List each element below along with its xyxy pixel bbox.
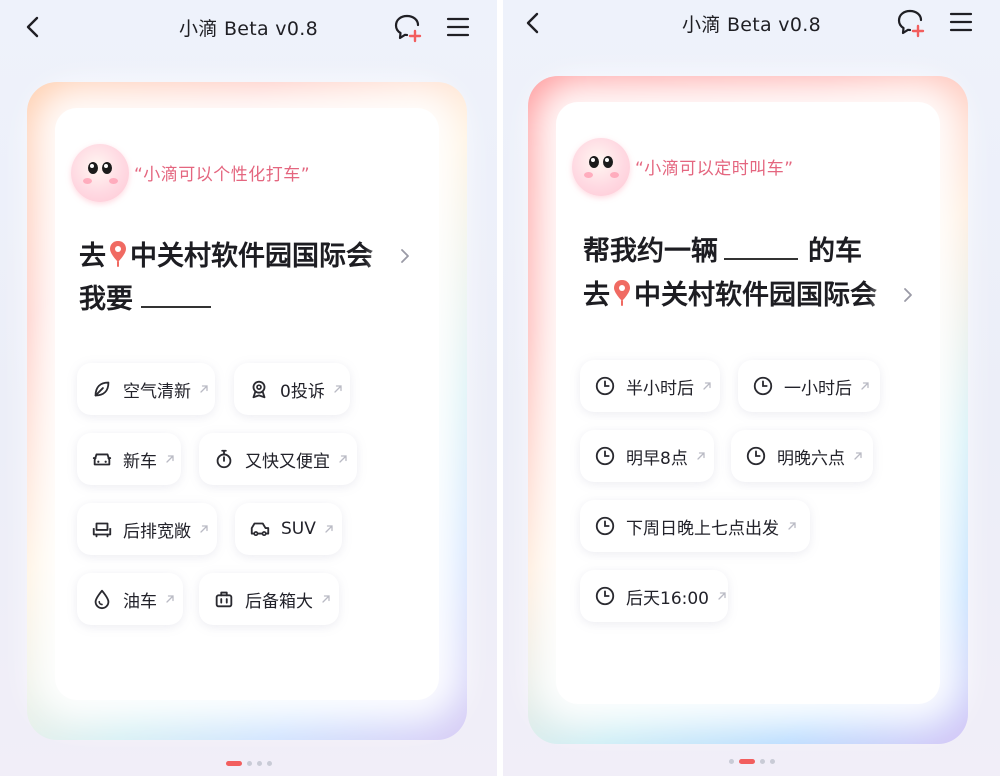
- prompt-prefix: 我要: [79, 284, 133, 315]
- page-dot: [246, 761, 252, 766]
- chip-day-after-tomorrow[interactable]: 后天16:00: [580, 570, 728, 622]
- arrow-up-right-icon: [787, 521, 797, 531]
- destination-text[interactable]: 中关村软件园国际会: [130, 237, 373, 277]
- page-dot: [728, 759, 734, 764]
- clock-icon: [594, 375, 616, 397]
- chip-tomorrow-6pm[interactable]: 明晚六点: [731, 430, 873, 482]
- suv-icon: [250, 522, 270, 537]
- hamburger-menu-icon[interactable]: [947, 8, 975, 36]
- chip-air-fresh[interactable]: 空气清新: [77, 363, 215, 415]
- arrow-up-right-icon: [860, 381, 870, 391]
- arrow-up-right-icon: [696, 451, 706, 461]
- chat-plus-icon[interactable]: [392, 12, 424, 44]
- clock-icon: [752, 375, 774, 397]
- chip-label: 后排宽敞: [123, 521, 191, 542]
- chevron-right-icon[interactable]: [902, 286, 914, 304]
- clock-icon: [594, 515, 616, 537]
- chip-label: 后天16:00: [626, 588, 709, 609]
- chip-tomorrow-8am[interactable]: 明早8点: [580, 430, 714, 482]
- time-blank[interactable]: [724, 236, 798, 260]
- right-screen: 小滴 Beta v0.8 “小滴可以定时叫车” 帮我约一辆 的车 去中关村软件园国…: [503, 0, 1000, 776]
- assistant-card: “小滴可以定时叫车” 帮我约一辆 的车 去中关村软件园国际会 半小时后 一小时后 …: [528, 76, 968, 744]
- arrow-up-right-icon: [165, 594, 175, 604]
- chip-label: 后备箱大: [245, 591, 313, 612]
- prompt-prefix: 去: [583, 280, 610, 311]
- arrow-up-right-icon: [853, 451, 863, 461]
- page-dot-active: [738, 759, 755, 764]
- page-dot: [256, 761, 262, 766]
- bot-hint: “小滴可以个性化打车”: [134, 165, 311, 185]
- chip-large-trunk[interactable]: 后备箱大: [199, 573, 339, 625]
- arrow-up-right-icon: [321, 594, 331, 604]
- app-header: 小滴 Beta v0.8: [503, 0, 1000, 56]
- avatar: [71, 144, 129, 202]
- chip-label: 又快又便宜: [245, 451, 330, 472]
- chip-label: 一小时后: [784, 378, 852, 399]
- chip-label: 空气清新: [123, 381, 191, 402]
- page-indicator: [225, 761, 272, 766]
- assistant-card: “小滴可以个性化打车” 去中关村软件园国际会 我要 空气清新 0投诉 新车 又快…: [27, 82, 467, 740]
- chip-label: 明早8点: [626, 448, 688, 469]
- prompt-line-destination: 去中关村软件园国际会: [79, 237, 373, 277]
- clock-icon: [745, 445, 767, 467]
- chip-label: 下周日晚上七点出发: [626, 518, 779, 539]
- leaf-icon: [94, 381, 110, 397]
- left-screen: 小滴 Beta v0.8 “小滴可以个性化打车” 去中关村软件园国际会 我要 空…: [0, 0, 497, 776]
- prompt-prefix: 帮我约一辆: [583, 236, 718, 267]
- chip-label: 0投诉: [280, 381, 325, 402]
- clock-icon: [594, 445, 616, 467]
- chip-label: 半小时后: [626, 378, 694, 399]
- page-dot: [759, 759, 765, 764]
- prompt-suffix: 的车: [808, 236, 862, 267]
- chat-plus-icon[interactable]: [895, 7, 927, 39]
- chip-gas-car[interactable]: 油车: [77, 573, 183, 625]
- arrow-up-right-icon: [199, 524, 209, 534]
- stopwatch-icon: [216, 449, 232, 469]
- chip-label: 油车: [123, 591, 157, 612]
- prompt-line-destination: 去中关村软件园国际会: [583, 276, 877, 316]
- chip-label: 明晚六点: [777, 448, 845, 469]
- prompt-prefix: 去: [79, 241, 106, 272]
- luggage-icon: [215, 591, 233, 608]
- page-dot: [266, 761, 272, 766]
- chip-next-sunday-7pm[interactable]: 下周日晚上七点出发: [580, 500, 810, 552]
- arrow-up-right-icon: [324, 524, 334, 534]
- chip-label: 新车: [123, 451, 157, 472]
- chevron-right-icon[interactable]: [399, 247, 411, 265]
- page-dot-active: [225, 761, 242, 766]
- chip-spacious-rear[interactable]: 后排宽敞: [77, 503, 217, 555]
- arrow-up-right-icon: [199, 384, 209, 394]
- hamburger-menu-icon[interactable]: [444, 13, 472, 41]
- destination-text[interactable]: 中关村软件园国际会: [634, 276, 877, 316]
- app-header: 小滴 Beta v0.8: [0, 0, 497, 56]
- arrow-up-right-icon: [333, 384, 343, 394]
- location-pin-icon: [612, 279, 632, 307]
- arrow-up-right-icon: [338, 454, 348, 464]
- car-icon: [92, 453, 112, 466]
- arrow-up-right-icon: [717, 591, 727, 601]
- avatar: [572, 138, 630, 196]
- prompt-line-schedule: 帮我约一辆 的车: [583, 232, 862, 272]
- location-pin-icon: [108, 240, 128, 268]
- chip-half-hour-later[interactable]: 半小时后: [580, 360, 720, 412]
- chip-fast-cheap[interactable]: 又快又便宜: [199, 433, 357, 485]
- fuel-drop-icon: [94, 589, 110, 610]
- badge-icon: [252, 380, 266, 399]
- arrow-up-right-icon: [165, 454, 175, 464]
- bot-hint: “小滴可以定时叫车”: [635, 159, 794, 179]
- page-dot: [769, 759, 775, 764]
- chip-label: SUV: [281, 519, 316, 539]
- chip-zero-complaints[interactable]: 0投诉: [234, 363, 350, 415]
- clock-icon: [594, 585, 616, 607]
- chip-one-hour-later[interactable]: 一小时后: [738, 360, 880, 412]
- prompt-line-preference: 我要: [79, 280, 211, 320]
- seat-icon: [92, 522, 112, 538]
- chip-new-car[interactable]: 新车: [77, 433, 181, 485]
- arrow-up-right-icon: [702, 381, 712, 391]
- chip-suv[interactable]: SUV: [235, 503, 342, 555]
- page-indicator: [728, 759, 775, 764]
- preference-blank[interactable]: [141, 284, 211, 308]
